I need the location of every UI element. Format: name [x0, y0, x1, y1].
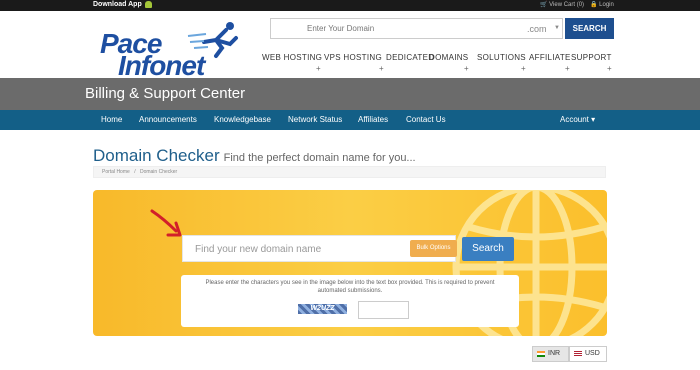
- breadcrumb-portal-home[interactable]: Portal Home: [102, 169, 130, 175]
- nav-support[interactable]: SUPPORT: [571, 53, 612, 62]
- nav-dedicated[interactable]: DEDICATED: [386, 53, 434, 62]
- download-app-link[interactable]: Download App: [93, 1, 152, 8]
- view-cart-link[interactable]: 🛒 View Cart (0): [540, 1, 584, 8]
- site-section-title: Billing & Support Center: [85, 85, 246, 102]
- top-bar: Download App 🛒 View Cart (0) 🔒 Login: [0, 0, 700, 11]
- header-domain-placeholder: Enter Your Domain: [307, 24, 375, 33]
- nav-solutions[interactable]: SOLUTIONS: [477, 53, 526, 62]
- nav-vps-hosting[interactable]: VPS HOSTING: [324, 53, 382, 62]
- header-domain-input[interactable]: Enter Your Domain .com ▼: [270, 18, 563, 39]
- breadcrumb: Portal Home / Domain Checker: [93, 166, 606, 178]
- domain-search-button[interactable]: Search: [462, 237, 514, 261]
- download-app-label: Download App: [93, 1, 142, 8]
- header-search-button[interactable]: SEARCH: [565, 18, 614, 39]
- plus-icon: +: [379, 64, 384, 73]
- india-flag-icon: [537, 351, 545, 357]
- header-band: Billing & Support Center: [0, 78, 700, 110]
- plus-icon: +: [607, 64, 612, 73]
- plus-icon: +: [565, 64, 570, 73]
- chevron-down-icon: ▼: [554, 25, 560, 31]
- plus-icon: +: [521, 64, 526, 73]
- caret-down-icon: ▾: [591, 115, 596, 124]
- captcha-image: W2UZZ: [298, 304, 347, 314]
- red-arrow-icon: [150, 209, 182, 237]
- runner-icon: [187, 22, 238, 58]
- page-heading: Domain Checker Find the perfect domain na…: [93, 146, 416, 166]
- navbar-home[interactable]: Home: [101, 115, 122, 124]
- us-flag-icon: [574, 351, 582, 357]
- account-label: Account: [560, 115, 589, 124]
- captcha-box: Please enter the characters you see in t…: [181, 275, 519, 327]
- portal-navbar: Home Announcements Knowledgebase Network…: [0, 110, 700, 130]
- breadcrumb-current: Domain Checker: [139, 169, 178, 175]
- page-subtitle: Find the perfect domain name for you...: [223, 152, 416, 164]
- nav-affiliate[interactable]: AFFILIATE: [529, 53, 571, 62]
- navbar-network-status[interactable]: Network Status: [288, 115, 342, 124]
- currency-usd-label: USD: [585, 350, 600, 357]
- navbar-knowledgebase[interactable]: Knowledgebase: [214, 115, 271, 124]
- android-icon: [144, 1, 152, 8]
- page-title: Domain Checker: [93, 146, 220, 165]
- navbar-contact-us[interactable]: Contact Us: [406, 115, 446, 124]
- nav-web-hosting[interactable]: WEB HOSTING: [262, 53, 322, 62]
- login-label: Login: [599, 2, 614, 8]
- plus-icon: +: [464, 64, 469, 73]
- navbar-announcements[interactable]: Announcements: [139, 115, 197, 124]
- navbar-affiliates[interactable]: Affiliates: [358, 115, 388, 124]
- currency-inr-button[interactable]: INR: [532, 346, 569, 362]
- captcha-input[interactable]: [358, 301, 409, 319]
- plus-icon: +: [316, 64, 321, 73]
- tld-select[interactable]: .com: [527, 24, 547, 34]
- cart-label: View Cart (0): [549, 2, 585, 8]
- navbar-account-dropdown[interactable]: Account ▾: [560, 115, 595, 124]
- nav-domains[interactable]: DOMAINS: [429, 53, 468, 62]
- captcha-message: Please enter the characters you see in t…: [205, 280, 495, 294]
- domain-search-placeholder: Find your new domain name: [195, 244, 322, 255]
- currency-inr-label: INR: [548, 350, 561, 357]
- bulk-options-button[interactable]: Bulk Options: [410, 240, 457, 257]
- login-link[interactable]: 🔒 Login: [590, 1, 614, 8]
- pace-infonet-logo[interactable]: Pace Infonet: [100, 20, 240, 82]
- currency-usd-button[interactable]: USD: [569, 346, 607, 362]
